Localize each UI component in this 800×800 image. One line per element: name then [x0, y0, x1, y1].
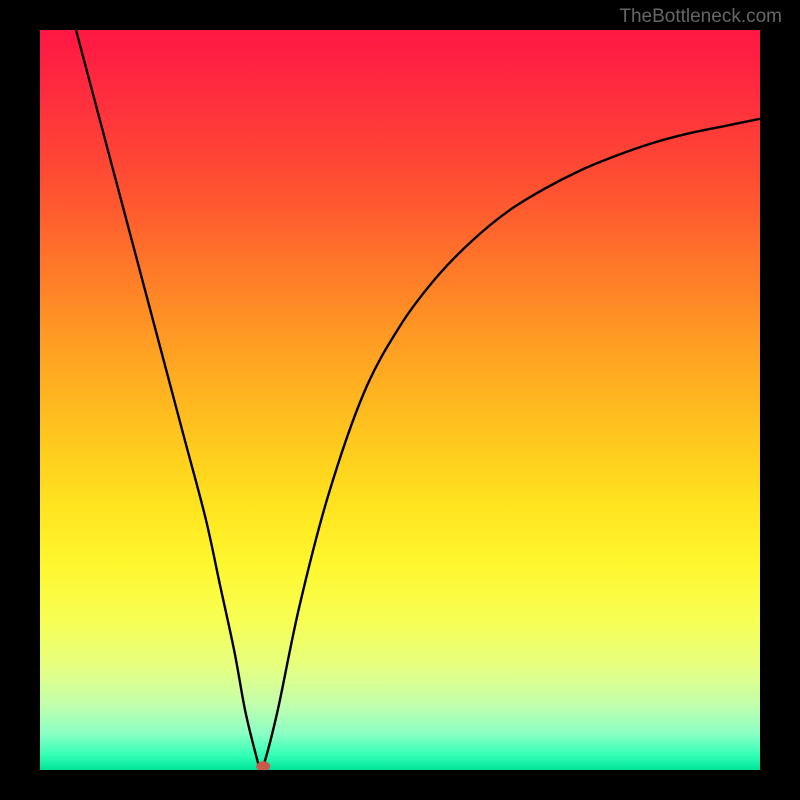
watermark-text: TheBottleneck.com [619, 6, 782, 28]
chart-svg [40, 30, 760, 770]
gradient-background [40, 30, 760, 770]
plot-area [40, 30, 760, 770]
chart-container: TheBottleneck.com [0, 0, 800, 800]
